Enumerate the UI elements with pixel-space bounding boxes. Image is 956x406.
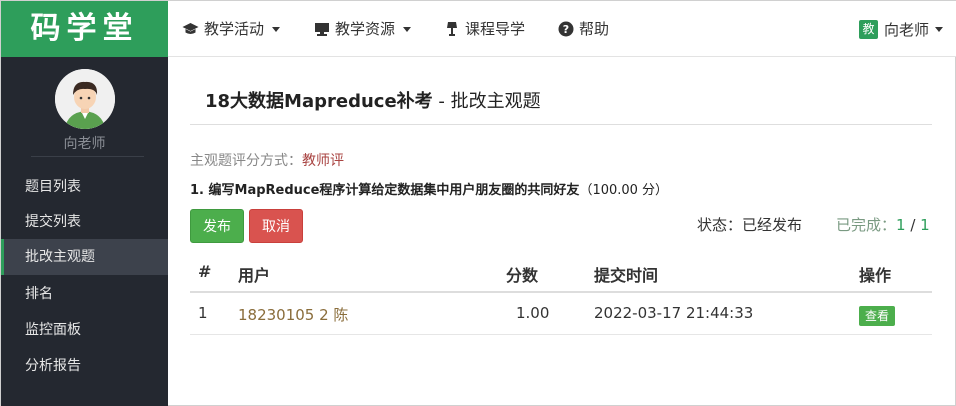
column-header-user: 用户 [238,266,271,285]
column-header-score: 分数 [506,266,539,285]
nav-course-guide[interactable]: 课程导学 [443,1,525,57]
completed-done: 1 [896,216,906,234]
completed-total: 1 [920,216,930,234]
chevron-down-icon [935,26,943,32]
sidebar-item-analysis-report[interactable]: 分析报告 [1,348,168,384]
sidebar-item-grade-subjective[interactable]: 批改主观题 [1,239,168,275]
nav-label: 教学资源 [335,20,396,38]
table-row: 1 18230105 2 陈 1.00 2022-03-17 21:44:33 … [190,293,932,335]
question-score: （100.00 分） [579,183,669,198]
user-menu[interactable]: 教 向老师 [858,1,943,57]
user-name: 向老师 [883,20,929,39]
column-header-submit-time: 提交时间 [594,266,659,285]
sidebar-item-submission-list[interactable]: 提交列表 [1,204,168,240]
sidebar-item-ranking[interactable]: 排名 [1,276,168,312]
graduation-cap-icon [182,21,199,38]
question-text: 1. 编写MapReduce程序计算给定数据集中用户朋友圈的共同好友 [190,183,580,198]
sidebar-user-name: 向老师 [63,136,106,152]
sidebar: 向老师 题目列表 提交列表 批改主观题 排名 监控面板 分析报告 [1,57,168,406]
grading-method: 主观题评分方式：教师评 [190,150,344,170]
view-button[interactable]: 查看 [859,306,896,326]
sidebar-item-problem-list[interactable]: 题目列表 [1,169,168,205]
top-navbar: 码学堂 教学活动 教学资源 课程导学 ? 帮助 教 向老师 [1,1,956,57]
table-header: # 用户 分数 提交时间 操作 [190,253,932,293]
user-badge: 教 [858,19,878,39]
publish-button[interactable]: 发布 [190,209,244,243]
cancel-button[interactable]: 取消 [249,209,303,243]
grading-method-label: 主观题评分方式： [190,153,302,169]
monitor-icon [313,21,330,38]
brand-logo[interactable]: 码学堂 [1,1,168,57]
row-submit-time: 2022-03-17 21:44:33 [594,304,754,322]
nav-teaching-activities[interactable]: 教学活动 [182,1,281,57]
completed-label: 已完成： [836,216,897,234]
chevron-down-icon [403,26,412,32]
status-text: 状态：已经发布 [697,216,803,234]
sidebar-item-monitor-panel[interactable]: 监控面板 [1,312,168,348]
question-title: 1. 编写MapReduce程序计算给定数据集中用户朋友圈的共同好友（100.0… [190,179,668,198]
row-user-link[interactable]: 18230105 2 陈 [238,304,348,325]
column-header-index: # [198,262,212,281]
nav-teaching-resources[interactable]: 教学资源 [313,1,412,57]
row-score: 1.00 [516,304,550,322]
exam-title: 18大数据Mapreduce补考 [205,91,433,112]
avatar[interactable] [55,69,115,129]
column-header-action: 操作 [859,266,892,285]
sidebar-divider [31,156,144,157]
title-divider [190,124,932,125]
svg-text:?: ? [562,23,568,36]
page-subtitle: - 批改主观题 [432,91,541,112]
page-title: 18大数据Mapreduce补考 - 批改主观题 [205,87,541,113]
question-circle-icon: ? [557,21,574,38]
chevron-down-icon [272,26,281,32]
completed-count: 已完成：1 / 1 [836,214,930,235]
completed-separator: / [905,216,921,234]
nav-label: 教学活动 [204,20,265,38]
nav-label: 课程导学 [465,20,526,38]
lamp-icon [443,21,460,38]
nav-help[interactable]: ? 帮助 [557,1,609,57]
nav-label: 帮助 [579,20,610,38]
grading-method-value: 教师评 [302,153,344,169]
row-index: 1 [198,304,208,322]
